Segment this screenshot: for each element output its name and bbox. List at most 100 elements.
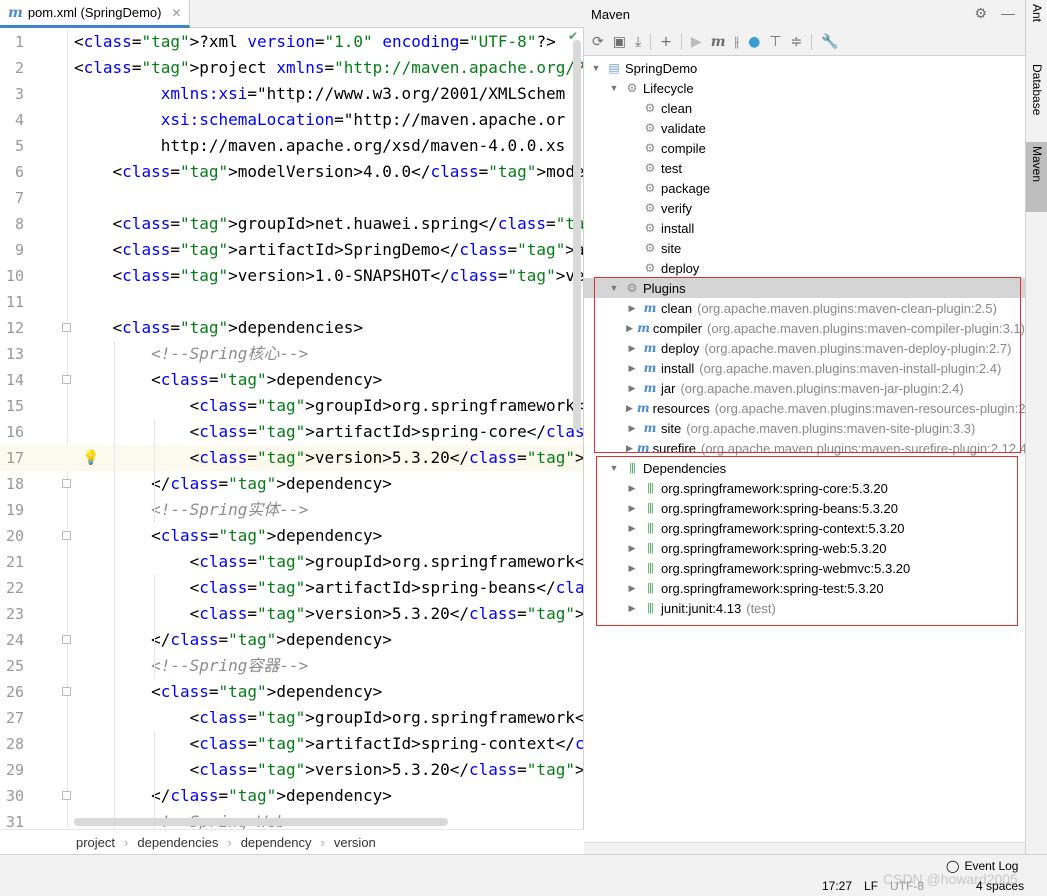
code-line[interactable]: 30 </class="tag">dependency> (0, 783, 583, 809)
lifecycle-goal-deploy[interactable]: ⚙ deploy (584, 258, 1025, 278)
code-line[interactable]: 29 <class="tag">version>5.3.20</class="t… (0, 757, 583, 783)
code-line[interactable]: 14 <class="tag">dependency> (0, 367, 583, 393)
editor-tab-pom[interactable]: m pom.xml (SpringDemo) ✕ (0, 0, 190, 28)
code-text: <class="tag">groupId>org.springframework… (74, 396, 583, 415)
code-line[interactable]: 8 <class="tag">groupId>net.huawei.spring… (0, 211, 583, 237)
code-text: </class="tag">dependency> (74, 630, 392, 649)
code-line[interactable]: 16 <class="tag">artifactId>spring-core</… (0, 419, 583, 445)
add-icon[interactable]: + (660, 34, 672, 50)
code-line[interactable]: 1 <class="tag">?xml version="1.0" encodin… (0, 29, 583, 55)
fold-marker-icon[interactable] (62, 635, 71, 644)
code-line[interactable]: 5 http://maven.apache.org/xsd/maven-4.0.… (0, 133, 583, 159)
right-tool-stripe: Ant Database Maven (1025, 0, 1047, 854)
wrench-icon[interactable]: 🔧 (821, 34, 838, 50)
indent-setting[interactable]: 4 spaces (976, 879, 1024, 893)
line-number: 19 (5, 501, 24, 519)
code-line[interactable]: 28 <class="tag">artifactId>spring-contex… (0, 731, 583, 757)
lifecycle-goal-install[interactable]: ⚙ install (584, 218, 1025, 238)
code-line[interactable]: 15 <class="tag">groupId>org.springframew… (0, 393, 583, 419)
maven-horizontal-scrollbar[interactable] (584, 842, 1025, 854)
code-line[interactable]: 19 <!--Spring实体--> (0, 497, 583, 523)
code-line[interactable]: 2 <class="tag">project xmlns="http://mave… (0, 55, 583, 81)
code-line[interactable]: 12 <class="tag">dependencies> (0, 315, 583, 341)
code-line[interactable]: 9 <class="tag">artifactId>SpringDemo</cl… (0, 237, 583, 263)
code-text: <class="tag">groupId>org.springframework… (74, 552, 583, 571)
toggle-offline-icon[interactable]: ⫲ (735, 34, 740, 50)
code-line[interactable]: 4 xsi:schemaLocation="http://maven.apach… (0, 107, 583, 133)
fold-marker-icon[interactable] (62, 791, 71, 800)
lifecycle-goal-package[interactable]: ⚙ package (584, 178, 1025, 198)
breadcrumb-item[interactable]: dependency (241, 835, 312, 850)
breadcrumb-item[interactable]: dependencies (137, 835, 218, 850)
generate-sources-icon[interactable]: ▣ (613, 34, 626, 50)
tree-item-label: clean (661, 100, 693, 116)
fold-marker-icon[interactable] (62, 479, 71, 488)
code-line[interactable]: 6 <class="tag">modelVersion>4.0.0</class… (0, 159, 583, 185)
line-number: 18 (5, 475, 24, 493)
caret-position[interactable]: 17:27 (822, 879, 852, 893)
execute-goal-icon[interactable]: m (711, 34, 726, 50)
code-line[interactable]: 11 (0, 289, 583, 315)
code-area[interactable]: 1 <class="tag">?xml version="1.0" encodin… (0, 29, 583, 829)
code-line[interactable]: 25 <!--Spring容器--> (0, 653, 583, 679)
code-line[interactable]: 24 </class="tag">dependency> (0, 627, 583, 653)
fold-marker-icon[interactable] (62, 375, 71, 384)
database-tool-button[interactable]: Database (1026, 60, 1047, 136)
ant-tool-button[interactable]: Ant (1026, 0, 1047, 56)
code-text: <class="tag">dependency> (74, 370, 383, 389)
lifecycle-goal-compile[interactable]: ⚙ compile (584, 138, 1025, 158)
breadcrumb-item[interactable]: version (334, 835, 376, 850)
code-line[interactable]: 3 xmlns:xsi="http://www.w3.org/2001/XMLS… (0, 81, 583, 107)
lifecycle-goal-test[interactable]: ⚙ test (584, 158, 1025, 178)
maven-tool-button[interactable]: Maven (1026, 142, 1047, 212)
fold-marker-icon[interactable] (62, 531, 71, 540)
code-line[interactable]: 23 <class="tag">version>5.3.20</class="t… (0, 601, 583, 627)
run-icon[interactable]: ▶ (691, 34, 702, 50)
line-number: 9 (14, 241, 24, 259)
code-line[interactable]: 18 </class="tag">dependency> (0, 471, 583, 497)
code-line[interactable]: 22 <class="tag">artifactId>spring-beans<… (0, 575, 583, 601)
lifecycle-goal-clean[interactable]: ⚙ clean (584, 98, 1025, 118)
skip-tests-icon[interactable]: ● (748, 34, 760, 50)
ide-window: m pom.xml (SpringDemo) ✕ ✔ 1 <class="tag"… (0, 0, 1047, 896)
code-line[interactable]: 20 <class="tag">dependency> (0, 523, 583, 549)
code-line[interactable]: 17 💡 <class="tag">version>5.3.20</class="… (0, 445, 583, 471)
indent-guide (154, 731, 155, 829)
settings-gear-icon[interactable]: ⚙ (974, 5, 987, 22)
file-encoding[interactable]: UTF-8 (890, 879, 924, 893)
expand-arrow-icon[interactable]: ▼ (608, 83, 620, 93)
code-line[interactable]: 21 <class="tag">groupId>org.springframew… (0, 549, 583, 575)
show-dependencies-icon[interactable]: ⊤ (769, 34, 781, 50)
collapse-all-icon[interactable]: ≑ (790, 34, 802, 50)
code-line[interactable]: 27 <class="tag">groupId>org.springframew… (0, 705, 583, 731)
fold-marker-icon[interactable] (62, 687, 71, 696)
line-number: 6 (14, 163, 24, 181)
tree-lifecycle[interactable]: ▼ ⚙ Lifecycle (584, 78, 1025, 98)
code-line[interactable]: 7 (0, 185, 583, 211)
minimize-icon[interactable]: — (1001, 5, 1015, 22)
tree-project[interactable]: ▼ ▤ SpringDemo (584, 58, 1025, 78)
tree-item-label: deploy (661, 260, 700, 276)
code-line[interactable]: 10 <class="tag">version>1.0-SNAPSHOT</cl… (0, 263, 583, 289)
editor-horizontal-scrollbar[interactable] (74, 818, 448, 826)
line-number: 8 (14, 215, 24, 233)
reload-icon[interactable]: ⟳ (592, 34, 604, 50)
gear-icon: ⚙ (644, 101, 656, 115)
gear-icon: ⚙ (644, 181, 656, 195)
line-number: 10 (5, 267, 24, 285)
breadcrumb-item[interactable]: project (76, 835, 115, 850)
lifecycle-goal-verify[interactable]: ⚙ verify (584, 198, 1025, 218)
lifecycle-goal-validate[interactable]: ⚙ validate (584, 118, 1025, 138)
close-icon[interactable]: ✕ (171, 6, 181, 20)
code-line[interactable]: 13 <!--Spring核心--> (0, 341, 583, 367)
line-number: 11 (5, 293, 24, 311)
fold-marker-icon[interactable] (62, 323, 71, 332)
lifecycle-goal-site[interactable]: ⚙ site (584, 238, 1025, 258)
editor-vertical-scrollbar[interactable] (573, 40, 581, 430)
line-number: 7 (14, 189, 24, 207)
maven-header: Maven ⚙ — (584, 0, 1025, 28)
download-icon[interactable]: ⤓ (635, 34, 641, 50)
code-line[interactable]: 26 <class="tag">dependency> (0, 679, 583, 705)
line-separator[interactable]: LF (864, 879, 878, 893)
expand-arrow-icon[interactable]: ▼ (590, 63, 602, 73)
